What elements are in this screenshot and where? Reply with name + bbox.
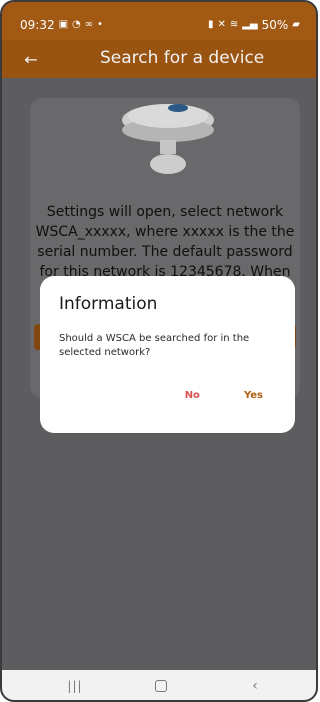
status-left: 09:32 ▣ ◔ ∞ • — [20, 18, 103, 32]
dialog-actions: No Yes — [185, 390, 263, 401]
yes-button[interactable]: Yes — [244, 390, 263, 401]
lock-icon: ▮ — [207, 19, 214, 30]
battery-level: 50% — [261, 18, 289, 32]
system-nav-bar: ||| ‹ — [2, 670, 316, 700]
status-right: ▮ ✕ ≋ ▂▄ 50% ▰ — [208, 18, 300, 32]
battery-icon: ▰ — [292, 19, 300, 30]
back-icon: ‹ — [252, 678, 258, 694]
nav-back-button[interactable]: ‹ — [240, 678, 270, 694]
status-bar: 09:32 ▣ ◔ ∞ • ▮ ✕ ≋ ▂▄ 50% ▰ — [2, 2, 316, 40]
information-dialog: Information Should a WSCA be searched fo… — [40, 276, 295, 433]
whatsapp-icon: ◔ — [72, 19, 81, 30]
dot-icon: • — [97, 19, 104, 30]
dialog-message: Should a WSCA be searched for in the sel… — [59, 333, 250, 358]
dialog-title: Information — [59, 294, 158, 314]
home-icon — [155, 680, 167, 692]
voicemail-icon: ∞ — [84, 19, 94, 30]
signal-icon: ▂▄ — [242, 19, 258, 30]
wifi-icon: ≋ — [229, 19, 239, 30]
mute-icon: ✕ — [217, 19, 226, 30]
no-button[interactable]: No — [185, 390, 200, 401]
status-time: 09:32 — [20, 18, 55, 32]
recent-apps-button[interactable]: ||| — [60, 678, 90, 694]
gallery-icon: ▣ — [58, 19, 69, 30]
device-frame: 09:32 ▣ ◔ ∞ • ▮ ✕ ≋ ▂▄ 50% ▰ ← Search fo… — [0, 0, 318, 702]
recent-apps-icon: ||| — [67, 679, 83, 693]
home-button[interactable] — [146, 678, 176, 694]
